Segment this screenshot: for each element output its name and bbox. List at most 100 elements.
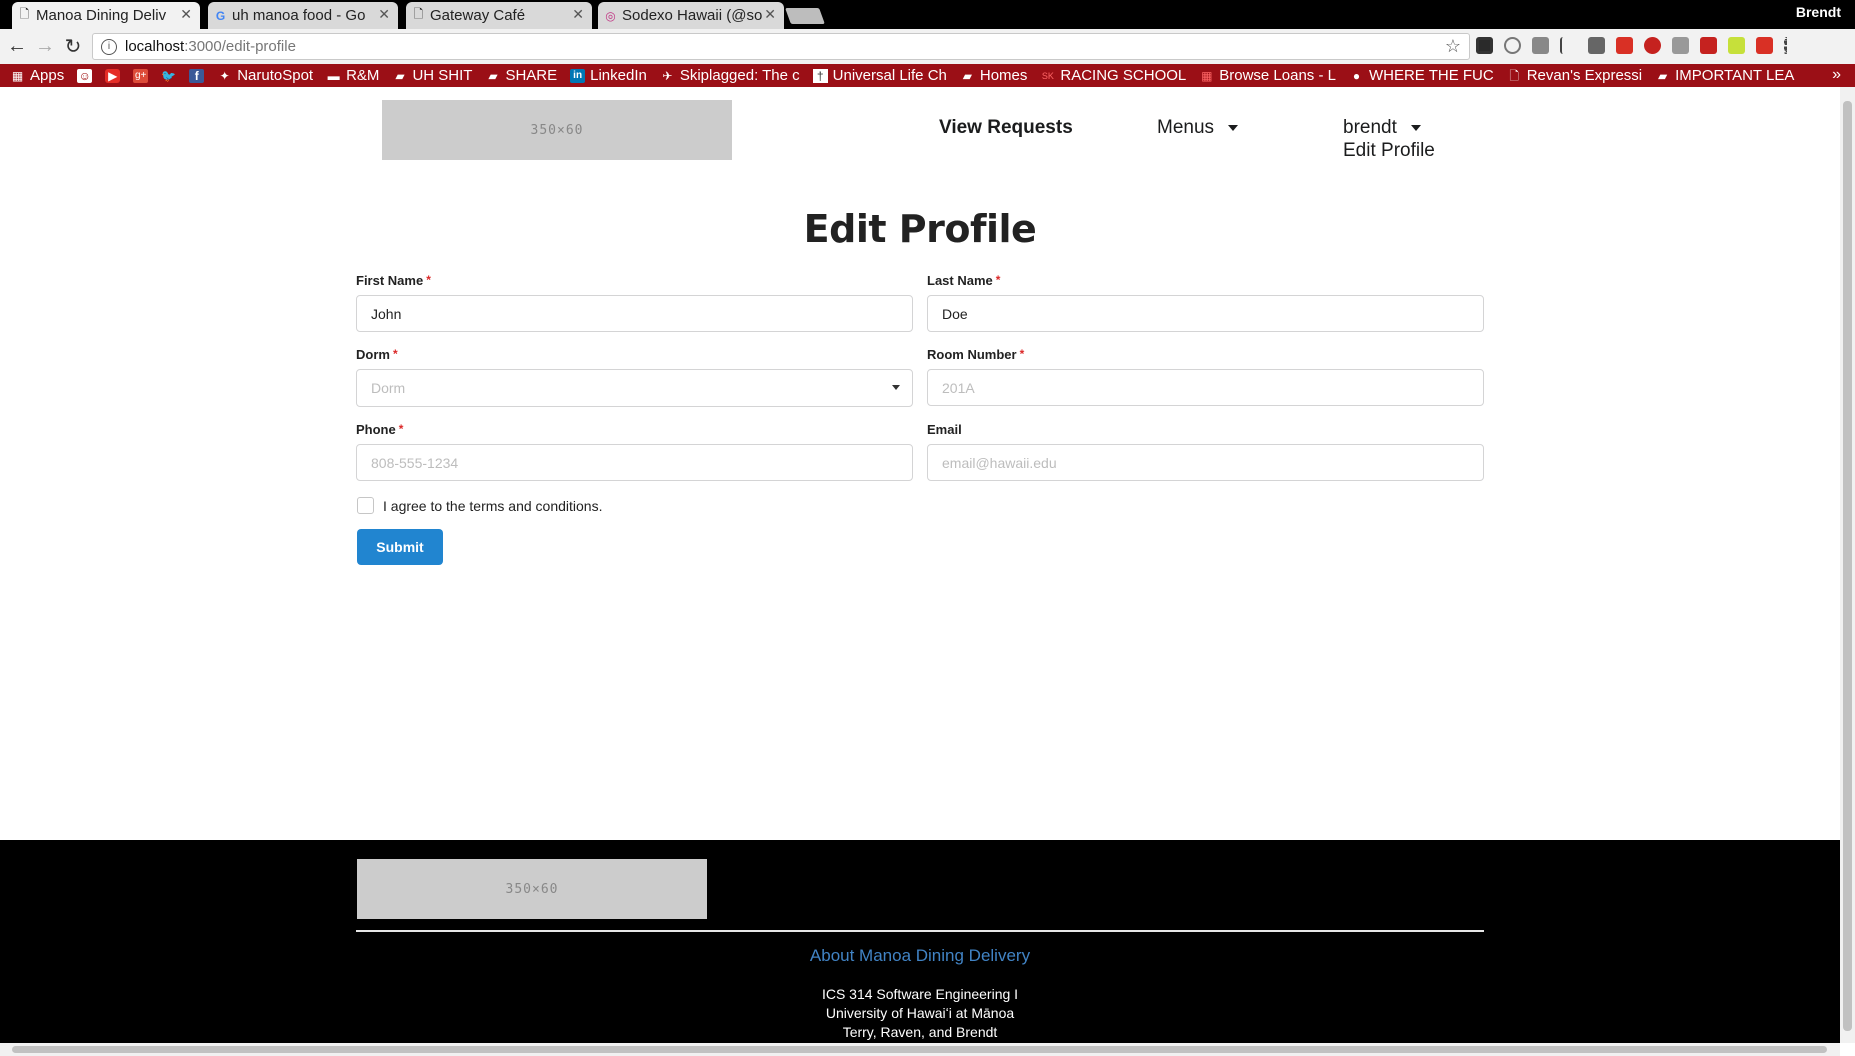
dorm-label: Dorm * [356,347,398,362]
tab-manoa-dining[interactable]: 🗋 Manoa Dining Deliv ✕ [12,2,200,29]
extension-icon[interactable] [1756,37,1773,54]
close-icon[interactable]: ✕ [180,6,192,23]
back-arrow-icon[interactable]: ← [6,35,28,57]
address-bar[interactable]: i localhost:3000/edit-profile ☆ [92,33,1470,60]
close-icon[interactable]: ✕ [572,6,584,23]
first-name-input[interactable]: John [356,295,913,332]
bookmark-label: Apps [30,67,65,84]
bookmark-revans[interactable]: 🗋 Revan's Expressi [1507,67,1642,84]
bookmark-label: Browse Loans - L [1219,67,1336,84]
bookmark-universal-life[interactable]: † Universal Life Ch [812,67,947,84]
profile-name[interactable]: Brendt [1796,4,1841,20]
bookmark-linkedin[interactable]: in LinkedIn [570,67,647,84]
bookmark-racing-school[interactable]: SK RACING SCHOOL [1040,67,1186,84]
extension-icon[interactable] [1532,37,1549,54]
required-mark: * [398,422,404,436]
bookmark-label: SHARE [505,67,558,84]
bookmark-uh-shit[interactable]: ▰ UH SHIT [392,67,472,84]
button-label: Submit [376,539,424,555]
scrollbar-thumb[interactable] [1843,101,1852,1031]
bookmark-where[interactable]: ● WHERE THE FUC [1349,67,1494,84]
label-text: Dorm [356,347,390,362]
extension-icon[interactable] [1700,37,1717,54]
bookmark-twitter[interactable]: 🐦 [161,69,176,83]
more-bookmarks-chevron-icon[interactable]: » [1832,66,1841,84]
menu-dots-icon[interactable] [1784,37,1788,54]
phone-label: Phone * [356,422,403,437]
vertical-scrollbar[interactable] [1840,87,1855,1043]
bookmark-youtube[interactable]: ▶ [105,68,121,83]
terms-checkbox[interactable] [357,497,374,514]
chevron-down-icon [892,385,900,390]
new-tab-button[interactable] [785,8,825,24]
bookmark-important[interactable]: ▰ IMPORTANT LEA [1655,67,1794,84]
tab-gateway-cafe[interactable]: 🗋 Gateway Café ✕ [406,2,592,29]
submit-button[interactable]: Submit [357,529,443,565]
bookmark-label: Universal Life Ch [832,67,947,84]
close-icon[interactable]: ✕ [378,6,390,23]
extension-icon[interactable] [1504,37,1521,54]
extension-icon[interactable] [1588,37,1605,54]
label-text: Last Name [927,273,993,288]
footer-divider [356,930,1484,932]
bookmark-apps[interactable]: ▦ Apps [10,67,64,84]
extension-icon[interactable] [1728,37,1745,54]
bookmark-label: UH SHIT [412,67,473,84]
email-input[interactable]: email@hawaii.edu [927,444,1484,481]
about-link[interactable]: About Manoa Dining Delivery [0,946,1840,966]
last-name-input[interactable]: Doe [927,295,1484,332]
forward-arrow-icon[interactable]: → [34,35,56,57]
required-mark: * [426,273,431,287]
phone-input[interactable]: 808-555-1234 [356,444,913,481]
dorm-select[interactable]: Dorm [356,369,913,407]
ublock-icon[interactable] [1644,37,1661,54]
bookmark-icon-only[interactable]: ☺ [77,68,93,83]
reload-icon[interactable]: ↻ [62,35,84,58]
bookmark-homes[interactable]: ▰ Homes [960,67,1028,84]
extension-icon[interactable] [1672,37,1689,54]
input-value: Doe [942,305,968,322]
bookmark-label: LinkedIn [590,67,647,84]
bookmark-google-plus[interactable]: g+ [133,68,149,83]
site-logo[interactable]: 350×60 [382,100,732,160]
first-name-label: First Name * [356,273,431,288]
bookmark-narutospot[interactable]: ✦ NarutoSpot [217,67,313,84]
tab-sodexo-hawaii[interactable]: ◎ Sodexo Hawaii (@so ✕ [598,2,784,29]
bookmark-label: Homes [979,67,1028,84]
footer-authors: Terry, Raven, and Brendt [842,1024,998,1040]
bookmark-skiplagged[interactable]: ✈ Skiplagged: The c [660,67,799,84]
bookmark-facebook[interactable]: f [189,68,205,83]
label-text: Phone [356,422,396,437]
nav-user-dropdown[interactable]: brendt [1343,117,1421,139]
page-viewport: 350×60 View Requests Menus brendt Edit P… [0,87,1840,1043]
terms-label[interactable]: I agree to the terms and conditions. [383,498,602,514]
nav-view-requests[interactable]: View Requests [939,117,1073,139]
info-icon[interactable]: i [101,38,117,55]
folder-icon: ▰ [962,68,972,83]
extension-icon[interactable] [1476,37,1493,54]
circle-icon: ● [1352,68,1361,83]
page-icon: 🗋 [1509,68,1520,83]
nav-menus-dropdown[interactable]: Menus [1157,117,1239,139]
scrollbar-thumb[interactable] [12,1046,1827,1053]
chevron-down-icon [1228,124,1239,131]
room-number-input[interactable]: 201A [927,369,1484,406]
bookmark-star-icon[interactable]: ☆ [1445,36,1461,57]
site-icon: ☺ [77,68,93,83]
tab-title: Gateway Café [430,7,526,24]
horizontal-scrollbar[interactable] [0,1043,1840,1056]
nav-edit-profile[interactable]: Edit Profile [1343,140,1435,162]
tab-title: Manoa Dining Deliv [36,7,167,24]
bookmark-share[interactable]: ▰ SHARE [485,67,557,84]
bookmark-label: NarutoSpot [237,67,314,84]
tab-uh-manoa-food[interactable]: G uh manoa food - Go ✕ [208,2,398,29]
bookmark-browse-loans[interactable]: ▦ Browse Loans - L [1199,67,1336,84]
cursor-extension-icon[interactable] [1560,37,1577,54]
required-mark: * [1019,347,1025,361]
linkedin-icon: in [570,68,586,83]
bookmark-label: R&M [346,67,380,84]
extension-icon[interactable] [1616,37,1633,54]
close-icon[interactable]: ✕ [764,6,776,23]
bookmark-rm[interactable]: ▬ R&M [326,67,380,84]
select-placeholder: Dorm [371,380,406,396]
